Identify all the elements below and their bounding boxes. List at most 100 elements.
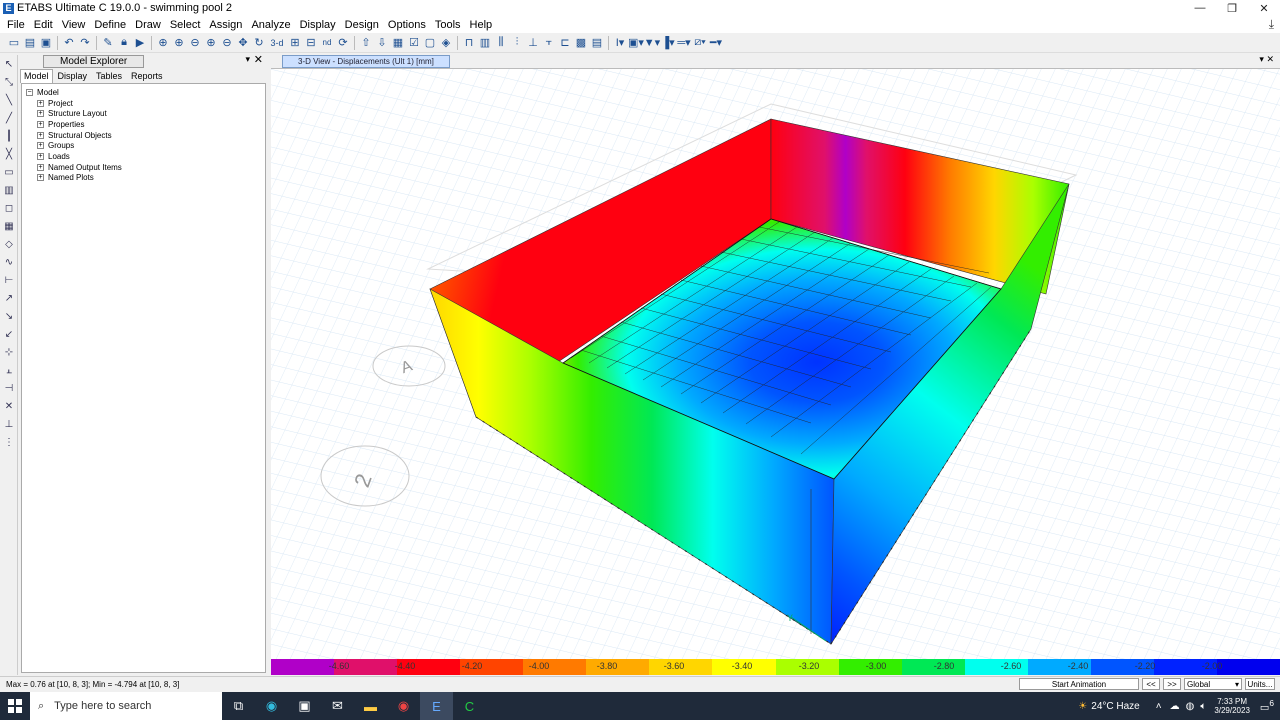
menu-view[interactable]: View: [62, 19, 86, 31]
brace-icon[interactable]: ⧄▾: [692, 35, 708, 51]
rotate-icon[interactable]: ↻: [251, 35, 267, 51]
download-icon[interactable]: ⤓: [1269, 17, 1274, 32]
clock-date[interactable]: 3/29/2023: [1214, 706, 1250, 715]
menu-file[interactable]: File: [7, 19, 25, 31]
draw-dimension-icon[interactable]: ⊢: [1, 272, 17, 289]
task-view-icon[interactable]: ⧉: [222, 692, 255, 720]
deformed-icon[interactable]: ⊥: [525, 35, 541, 51]
start-animation-button[interactable]: Start Animation: [1019, 678, 1139, 690]
pan-icon[interactable]: ✥: [235, 35, 251, 51]
tab-reports[interactable]: Reports: [127, 69, 167, 83]
check-icon[interactable]: ☑: [406, 35, 422, 51]
zoom-restore-icon[interactable]: ⊕: [203, 35, 219, 51]
expand-icon[interactable]: +: [37, 110, 44, 118]
link-icon[interactable]: ━▾: [708, 35, 724, 51]
weather-text[interactable]: 24°C Haze: [1091, 701, 1139, 712]
tab-display[interactable]: Display: [54, 69, 92, 83]
clock-time[interactable]: 7:33 PM: [1217, 697, 1247, 706]
coordinate-system-select[interactable]: Global ▾: [1184, 678, 1242, 690]
column-icon[interactable]: ▐▾: [660, 35, 676, 51]
draw-beam-icon[interactable]: ╱: [1, 110, 17, 127]
menu-display[interactable]: Display: [300, 19, 336, 31]
tree-item-properties[interactable]: + Properties: [22, 119, 265, 130]
3d-view-button[interactable]: 3-d: [267, 35, 287, 51]
zoom-window-icon[interactable]: ⊕: [155, 35, 171, 51]
previous-select-icon[interactable]: ↘: [1, 308, 17, 325]
expand-icon[interactable]: +: [37, 131, 44, 139]
expand-icon[interactable]: +: [37, 142, 44, 150]
snap-intersection-icon[interactable]: ✕: [1, 398, 17, 415]
load-icon[interactable]: ⫟: [541, 35, 557, 51]
volume-icon[interactable]: 🔈︎: [1200, 701, 1206, 712]
menu-draw[interactable]: Draw: [135, 19, 161, 31]
shade-icon[interactable]: ◈: [438, 35, 454, 51]
tab-tables[interactable]: Tables: [92, 69, 126, 83]
chrome-icon[interactable]: ◉: [387, 692, 420, 720]
move-up-icon[interactable]: ⇧: [358, 35, 374, 51]
etabs-taskbar-icon[interactable]: E: [420, 692, 453, 720]
menu-help[interactable]: Help: [470, 19, 493, 31]
undo-icon[interactable]: ↶: [61, 35, 77, 51]
menu-select[interactable]: Select: [170, 19, 201, 31]
view-dropdown-icon[interactable]: ▾: [1259, 54, 1264, 64]
save-icon[interactable]: ▣: [38, 35, 54, 51]
zoom-out-icon[interactable]: ⊖: [187, 35, 203, 51]
plan-view-icon[interactable]: ⊞: [287, 35, 303, 51]
next-step-button[interactable]: >>: [1163, 678, 1181, 690]
grid-icon[interactable]: ⫼: [493, 35, 509, 51]
zoom-in-icon[interactable]: ⊕: [171, 35, 187, 51]
draw-opening-icon[interactable]: ◻: [1, 200, 17, 217]
tree-root[interactable]: − Model: [22, 87, 265, 98]
expand-icon[interactable]: +: [37, 152, 44, 160]
menu-design[interactable]: Design: [345, 19, 379, 31]
refresh-icon[interactable]: ⟳: [335, 35, 351, 51]
force-icon[interactable]: ⊏: [557, 35, 573, 51]
tree-item-structural-objects[interactable]: + Structural Objects: [22, 130, 265, 141]
elevation-view-icon[interactable]: ⊟: [303, 35, 319, 51]
move-down-icon[interactable]: ⇩: [374, 35, 390, 51]
tab-model[interactable]: Model: [20, 69, 53, 83]
open-icon[interactable]: ▤: [22, 35, 38, 51]
tree-item-structure-layout[interactable]: + Structure Layout: [22, 108, 265, 119]
contour-icon[interactable]: ▩: [573, 35, 589, 51]
new-icon[interactable]: ▭: [6, 35, 22, 51]
edge-icon[interactable]: ◉: [255, 692, 288, 720]
snap-perpendicular-icon[interactable]: ⊥: [1, 416, 17, 433]
tree-item-loads[interactable]: + Loads: [22, 151, 265, 162]
object-icon[interactable]: ▢: [422, 35, 438, 51]
explorer-close-icon[interactable]: ✕: [254, 53, 263, 66]
expand-icon[interactable]: +: [37, 99, 44, 107]
close-button[interactable]: ✕: [1248, 0, 1280, 16]
file-explorer-icon[interactable]: ▬: [354, 692, 387, 720]
section-cut-icon[interactable]: I▾: [612, 35, 628, 51]
wall-icon[interactable]: ▥: [477, 35, 493, 51]
area-icon[interactable]: ▣▾: [628, 35, 644, 51]
camtasia-icon[interactable]: C: [453, 692, 486, 720]
draw-wall-icon[interactable]: ▥: [1, 182, 17, 199]
snap-grid-icon[interactable]: ⋮: [1, 434, 17, 451]
section-icon[interactable]: ⫶: [509, 35, 525, 51]
snap-point-icon[interactable]: ⊹: [1, 344, 17, 361]
menu-assign[interactable]: Assign: [209, 19, 242, 31]
zoom-prev-icon[interactable]: ⊖: [219, 35, 235, 51]
3d-model-view[interactable]: A 2 Y: [271, 68, 1280, 659]
mail-icon[interactable]: ✉: [321, 692, 354, 720]
windows-start-icon[interactable]: [0, 692, 30, 720]
notification-icon[interactable]: ▭6: [1260, 698, 1274, 713]
draw-point-icon[interactable]: ◇: [1, 236, 17, 253]
menu-define[interactable]: Define: [94, 19, 126, 31]
network-icon[interactable]: ◍: [1186, 701, 1195, 712]
draw-tendon-icon[interactable]: ∿: [1, 254, 17, 271]
table-icon[interactable]: ▤: [589, 35, 605, 51]
frame-icon[interactable]: ⊓: [461, 35, 477, 51]
tree-item-project[interactable]: + Project: [22, 98, 265, 109]
draw-column-icon[interactable]: ┃: [1, 128, 17, 145]
select-all-icon[interactable]: ↗: [1, 290, 17, 307]
snap-line-icon[interactable]: ⫠: [1, 362, 17, 379]
menu-options[interactable]: Options: [388, 19, 426, 31]
draw-slab-icon[interactable]: ▦: [1, 218, 17, 235]
edit-icon[interactable]: ✎: [100, 35, 116, 51]
reshape-icon[interactable]: ⤡: [1, 74, 17, 91]
snap-middle-icon[interactable]: ⊣: [1, 380, 17, 397]
weather-icon[interactable]: ☀: [1078, 701, 1087, 712]
